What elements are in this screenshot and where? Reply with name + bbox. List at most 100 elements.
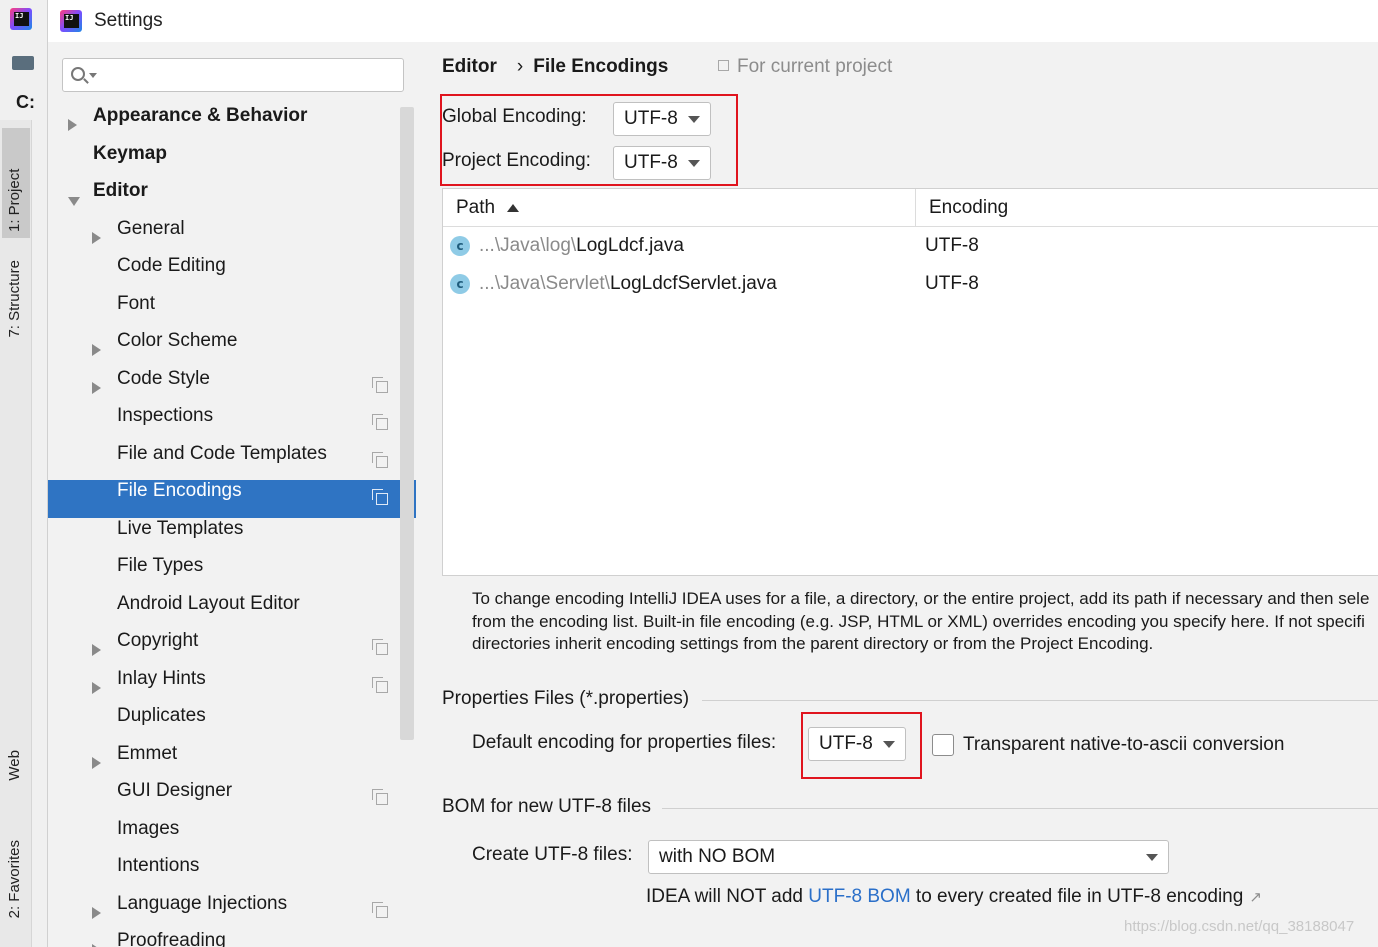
bom-note: IDEA will NOT add UTF-8 BOM to every cre… [646,886,1262,907]
expand-arrow-right-icon[interactable] [92,644,101,656]
sort-ascending-icon [507,204,519,212]
nav-item-emmet[interactable]: Emmet [48,743,416,781]
nav-item-intentions[interactable]: Intentions [48,855,416,893]
global-encoding-label: Global Encoding: [442,106,587,127]
nav-item-code-editing[interactable]: Code Editing [48,255,416,293]
settings-nav-panel: Appearance & Behavior Keymap Editor General… [48,42,416,947]
utf8-bom-link[interactable]: UTF-8 BOM [808,886,910,907]
create-utf8-select[interactable]: with NO BOM [648,840,1169,874]
expand-arrow-right-icon[interactable] [92,344,101,356]
nav-item-label: Inspections [117,405,214,426]
project-scope-icon [718,60,729,71]
project-scope-icon [372,489,388,505]
tool-window-bar: 1: Project 7: Structure Web 2: Favorites [0,120,32,947]
table-header: Path Encoding [443,189,1378,227]
nav-item-inspections[interactable]: Inspections [48,405,416,443]
nav-item-inlay-hints[interactable]: Inlay Hints [48,668,416,706]
nav-item-live-templates[interactable]: Live Templates [48,518,416,556]
properties-encoding-value: UTF-8 [819,733,873,754]
nav-item-duplicates[interactable]: Duplicates [48,705,416,743]
settings-content: Editor › File Encodings For current projec… [416,42,1378,947]
nav-item-gui-designer[interactable]: GUI Designer [48,780,416,818]
properties-encoding-select[interactable]: UTF-8 [808,727,906,761]
nav-item-file-and-code-templates[interactable]: File and Code Templates [48,443,416,481]
project-encoding-select[interactable]: UTF-8 [613,146,711,180]
nav-item-label: Copyright [117,630,199,651]
nav-item-label: Language Injections [117,892,288,914]
expand-arrow-right-icon[interactable] [92,756,101,769]
nav-item-label: Keymap [93,142,167,164]
chevron-down-icon [1146,854,1158,861]
nav-item-appearance-behavior[interactable]: Appearance & Behavior [48,105,416,143]
nav-item-label: Code Editing [117,255,226,276]
breadcrumb-separator: › [516,56,524,77]
nav-item-label: File and Code Templates [117,442,327,464]
properties-section-title: Properties Files (*.properties) [442,688,690,709]
ide-tool-strip: C: 1: Project 7: Structure Web 2: Favori… [0,0,48,947]
nav-item-proofreading[interactable]: Proofreading [48,930,416,947]
nav-item-font[interactable]: Font [48,293,416,331]
nav-item-label: Live Templates [117,517,244,539]
nav-item-code-style[interactable]: Code Style [48,368,416,406]
nav-item-keymap[interactable]: Keymap [48,143,416,181]
tool-tab-favorites[interactable]: 2: Favorites [6,840,23,918]
chevron-down-icon [883,741,895,748]
settings-tree: Appearance & Behavior Keymap Editor General… [48,105,416,947]
section-divider [702,700,1378,701]
column-encoding-header[interactable]: Encoding [929,197,1008,219]
tool-tab-project[interactable]: 1: Project [2,128,30,238]
settings-search-input[interactable] [62,58,404,92]
global-encoding-value: UTF-8 [624,108,678,129]
tool-tab-web[interactable]: Web [6,750,23,781]
file-encoding-table[interactable]: Path Encoding c ...\Java\log\LogLdcf.jav… [442,188,1378,576]
nav-item-label: Emmet [117,742,178,764]
expand-arrow-right-icon[interactable] [68,119,77,131]
external-link-icon[interactable]: ↗ [1249,889,1262,906]
expand-arrow-down-icon[interactable] [68,197,80,206]
expand-arrow-right-icon[interactable] [92,381,101,394]
global-encoding-select[interactable]: UTF-8 [613,102,711,136]
row-path: ...\Java\log\LogLdcf.java [479,235,684,256]
nav-item-label: File Encodings [117,480,242,501]
native-to-ascii-label[interactable]: Transparent native-to-ascii conversion [963,734,1284,756]
nav-item-label: Color Scheme [117,330,238,351]
nav-item-language-injections[interactable]: Language Injections [48,893,416,931]
project-scope-icon [372,451,388,468]
native-to-ascii-checkbox[interactable] [932,734,954,756]
column-divider[interactable] [915,189,916,227]
nav-item-label: General [117,217,185,239]
expand-arrow-right-icon[interactable] [92,681,101,694]
nav-item-general[interactable]: General [48,218,416,256]
nav-item-color-scheme[interactable]: Color Scheme [48,330,416,368]
project-scope-icon [372,901,388,918]
nav-scrollbar[interactable] [400,107,414,740]
project-scope-icon [372,639,388,655]
open-folder-icon[interactable] [12,56,34,70]
breadcrumb: Editor › File Encodings [442,56,678,78]
nav-item-android-layout-editor[interactable]: Android Layout Editor [48,593,416,631]
row-encoding[interactable]: UTF-8 [925,235,979,257]
nav-item-copyright[interactable]: Copyright [48,630,416,668]
row-path: ...\Java\Servlet\LogLdcfServlet.java [479,273,777,294]
expand-arrow-right-icon[interactable] [92,906,101,919]
nav-item-images[interactable]: Images [48,818,416,856]
nav-item-label: Intentions [117,855,200,876]
column-path-header[interactable]: Path [456,197,495,219]
table-row[interactable]: c ...\Java\log\LogLdcf.java UTF-8 [443,227,1378,265]
expand-arrow-right-icon[interactable] [92,231,101,244]
table-row[interactable]: c ...\Java\Servlet\LogLdcfServlet.java U… [443,265,1378,303]
project-scope-icon [372,789,388,805]
search-history-dropdown-icon[interactable] [89,73,97,78]
tool-tab-structure[interactable]: 7: Structure [6,260,23,338]
nav-item-label: Editor [93,180,148,201]
bom-section-title: BOM for new UTF-8 files [442,796,652,817]
nav-item-file-encodings[interactable]: File Encodings [48,480,416,518]
row-encoding[interactable]: UTF-8 [925,273,979,295]
nav-item-label: Duplicates [117,705,206,726]
nav-item-editor[interactable]: Editor [48,180,416,218]
nav-item-file-types[interactable]: File Types [48,555,416,593]
breadcrumb-parent[interactable]: Editor [442,56,497,77]
project-encoding-label: Project Encoding: [442,150,591,171]
chevron-down-icon [688,116,700,123]
java-class-icon: c [450,274,470,294]
